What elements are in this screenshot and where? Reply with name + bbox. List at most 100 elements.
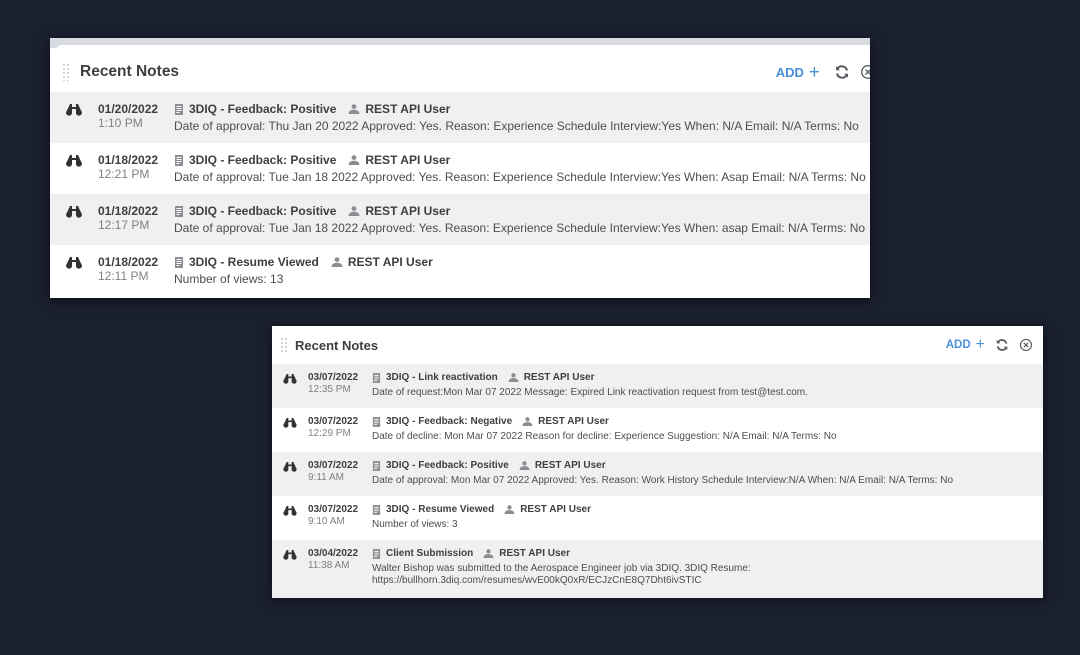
close-circle-icon[interactable] [1019,338,1033,352]
document-icon [174,205,184,217]
document-icon [372,504,381,515]
note-date: 01/18/2022 [98,153,159,167]
note-user: REST API User [347,255,433,269]
binoculars-icon[interactable] [272,504,308,540]
note-type: 3DIQ - Link reactivation [386,372,498,383]
panel-actions: ADD + [776,52,870,92]
note-description: Walter Bishop was submitted to the Aeros… [372,563,751,586]
list-item[interactable]: 01/18/2022 12:17 PM 3DIQ - Feedback: Posi… [50,194,870,245]
note-time: 12:35 PM [308,384,351,395]
document-icon [372,460,381,471]
note-time: 11:38 AM [308,560,350,571]
user-icon [348,206,360,216]
note-description: Date of decline: Mon Mar 07 2022 Reason … [372,431,837,442]
binoculars-icon[interactable] [272,548,308,598]
user-icon [348,104,360,114]
note-description: Date of approval: Tue Jan 18 2022 Approv… [174,221,866,235]
list-item[interactable]: 01/20/2022 1:10 PM 3DIQ - Feedback: Posit… [50,92,870,143]
notes-list: 01/20/2022 1:10 PM 3DIQ - Feedback: Posit… [50,92,870,296]
note-time: 12:21 PM [98,167,150,181]
note-date: 03/04/2022 [308,548,359,559]
add-button[interactable]: ADD [946,339,971,351]
binoculars-icon[interactable] [272,460,308,496]
panel-header: Recent Notes ADD + [272,326,1043,364]
list-item[interactable]: 01/18/2022 12:11 PM 3DIQ - Resume Viewed … [50,245,870,296]
note-description: Date of approval: Mon Mar 07 2022 Approv… [372,475,954,486]
list-item[interactable]: 03/04/2022 11:38 AM Client Submission RES… [272,540,1043,598]
note-date: 03/07/2022 [308,460,359,471]
document-icon [174,256,184,268]
binoculars-icon[interactable] [50,255,98,296]
note-type: Client Submission [386,548,474,559]
note-date: 03/07/2022 [308,372,359,383]
panel-header: Recent Notes ADD + [50,52,870,92]
note-type: 3DIQ - Feedback: Positive [189,204,337,218]
note-type: 3DIQ - Resume Viewed [386,504,495,515]
note-time: 12:29 PM [308,428,351,439]
note-type: 3DIQ - Resume Viewed [189,255,319,269]
note-time: 12:17 PM [98,218,150,232]
note-time: 12:11 PM [98,269,149,283]
refresh-icon[interactable] [995,338,1009,352]
panel-title: Recent Notes [80,63,180,80]
drag-handle-icon[interactable] [62,63,70,81]
list-item[interactable]: 03/07/2022 9:10 AM 3DIQ - Resume Viewed R… [272,496,1043,540]
note-type: 3DIQ - Feedback: Positive [386,460,509,471]
note-user: REST API User [534,460,606,471]
panel-top-band [50,38,870,51]
note-user: REST API User [365,102,451,116]
binoculars-icon[interactable] [272,416,308,452]
note-type: 3DIQ - Feedback: Negative [386,416,513,427]
document-icon [372,372,381,383]
drag-handle-icon[interactable] [280,337,288,353]
note-description: Number of views: 3 [372,519,458,530]
plus-icon[interactable]: + [809,63,820,82]
binoculars-icon[interactable] [50,204,98,245]
note-date: 03/07/2022 [308,416,359,427]
note-date: 01/18/2022 [98,255,159,269]
note-user: REST API User [365,204,451,218]
note-description: Date of approval: Thu Jan 20 2022 Approv… [174,119,859,133]
note-time: 9:11 AM [308,472,344,483]
note-type: 3DIQ - Feedback: Positive [189,153,337,167]
list-item[interactable]: 03/07/2022 12:35 PM 3DIQ - Link reactivat… [272,364,1043,408]
note-description: Date of request:Mon Mar 07 2022 Message:… [372,387,808,398]
note-user: REST API User [520,504,591,515]
note-date: 03/07/2022 [308,504,359,515]
binoculars-icon[interactable] [50,153,98,194]
add-button[interactable]: ADD [776,65,804,80]
user-icon [348,155,360,165]
document-icon [174,103,184,115]
note-date: 01/18/2022 [98,204,159,218]
note-time: 1:10 PM [98,116,143,130]
note-description: Date of approval: Tue Jan 18 2022 Approv… [174,170,866,184]
document-icon [174,154,184,166]
panel-title: Recent Notes [295,337,379,353]
list-item[interactable]: 03/07/2022 9:11 AM 3DIQ - Feedback: Posit… [272,452,1043,496]
note-user: REST API User [499,548,570,559]
document-icon [372,416,381,427]
close-circle-icon[interactable] [860,64,870,80]
user-icon [508,373,519,382]
plus-icon[interactable]: + [976,337,985,353]
user-icon [522,417,533,426]
document-icon [372,548,381,559]
note-user: REST API User [365,153,451,167]
note-user: REST API User [538,416,609,427]
note-user: REST API User [523,372,595,383]
binoculars-icon[interactable] [50,102,98,143]
user-icon [483,549,494,558]
binoculars-icon[interactable] [272,372,308,408]
note-type: 3DIQ - Feedback: Positive [189,102,337,116]
user-icon [504,505,515,514]
user-icon [331,257,343,267]
user-icon [519,461,530,470]
note-time: 9:10 AM [308,516,345,527]
refresh-icon[interactable] [834,64,850,80]
recent-notes-panel-2: Recent Notes ADD + 03/07/2022 12:35 PM 3D… [272,326,1043,598]
panel-actions: ADD + [946,326,1033,364]
recent-notes-panel-1: Recent Notes ADD + 01/20/2022 1:10 PM 3DI… [50,38,870,298]
notes-list: 03/07/2022 12:35 PM 3DIQ - Link reactivat… [272,364,1043,598]
list-item[interactable]: 01/18/2022 12:21 PM 3DIQ - Feedback: Posi… [50,143,870,194]
list-item[interactable]: 03/07/2022 12:29 PM 3DIQ - Feedback: Nega… [272,408,1043,452]
